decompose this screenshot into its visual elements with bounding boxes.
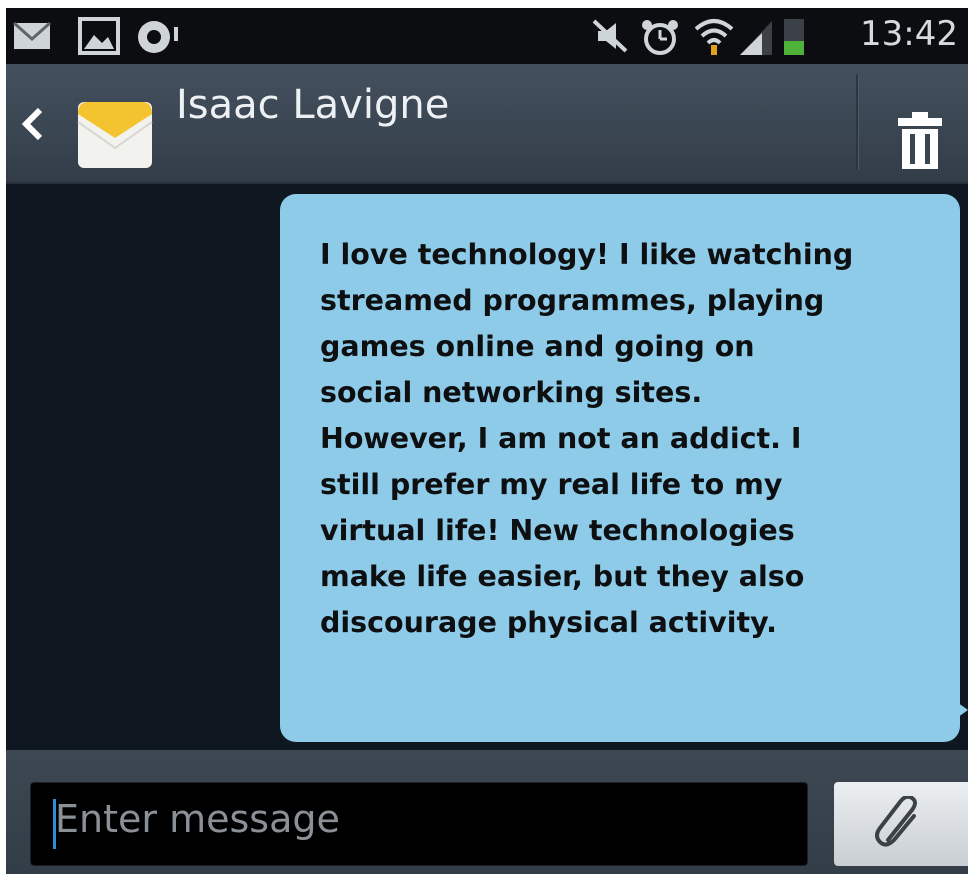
mail-icon	[12, 17, 52, 55]
header-divider	[856, 74, 858, 170]
message-input[interactable]: Enter message	[30, 782, 808, 866]
message-bubble[interactable]: I love technology! I like watching strea…	[280, 194, 968, 742]
alarm-icon	[640, 17, 680, 55]
battery-icon	[782, 17, 806, 55]
signal-icon	[740, 17, 774, 55]
contact-name[interactable]: Isaac Lavigne	[176, 82, 449, 128]
wifi-icon	[694, 17, 734, 55]
paperclip-icon	[875, 796, 917, 847]
status-bar: 13:42	[6, 8, 968, 64]
trash-icon[interactable]	[892, 112, 948, 170]
back-arrow-icon[interactable]	[20, 104, 48, 148]
phone-screen: 13:42 Isaac Lavigne I love technology! I…	[6, 8, 968, 874]
conversation-header: Isaac Lavigne	[6, 64, 968, 184]
clock: 13:42	[860, 14, 958, 54]
sync-icon	[134, 17, 186, 55]
attach-button[interactable]	[834, 782, 968, 866]
bubble-tail	[954, 700, 968, 720]
message-text: I love technology! I like watching strea…	[320, 238, 854, 639]
envelope-icon[interactable]	[76, 92, 154, 172]
mute-icon	[592, 17, 628, 55]
message-input-placeholder: Enter message	[55, 797, 340, 841]
message-list[interactable]: I love technology! I like watching strea…	[6, 184, 968, 750]
gallery-icon	[78, 17, 120, 55]
composer-bar: Enter message	[6, 750, 968, 874]
